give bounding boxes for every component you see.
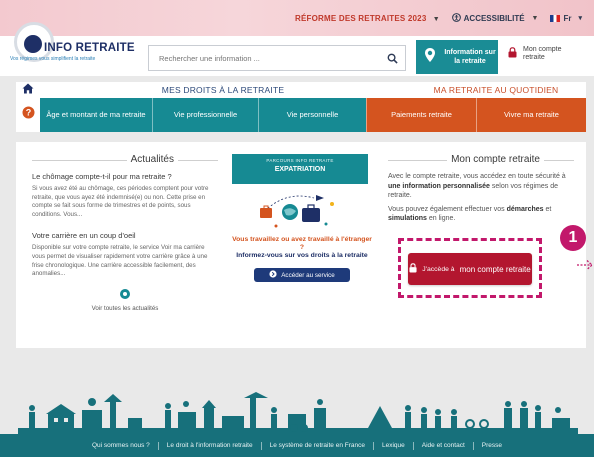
account-column: Mon compte retraite Avec le compte retra… xyxy=(388,154,574,224)
brand-name: INFO RETRAITE xyxy=(44,42,135,54)
news-item-text: Si vous avez été au chômage, ces période… xyxy=(32,185,209,218)
access-account-button[interactable]: J'accède à mon compte retraite xyxy=(408,253,532,285)
home-button[interactable] xyxy=(16,82,40,98)
promo-subline: Informez-vous sur vos droits à la retrai… xyxy=(236,252,368,259)
lock-icon xyxy=(409,263,417,275)
search-input[interactable] xyxy=(149,46,379,70)
section-quotidien: MA RETRAITE AU QUOTIDIEN xyxy=(433,85,559,95)
chevron-right-circle-icon xyxy=(269,270,277,280)
chevron-down-icon: ▼ xyxy=(432,15,440,23)
expatriation-promo: PARCOURS INFO RETRAITE EXPATRIATION Vous… xyxy=(232,154,372,330)
footer-link-droit-information[interactable]: Le droit à l'information retraite xyxy=(159,441,262,450)
accessibility-menu[interactable]: ACCESSIBILITÉ ▼ xyxy=(451,12,539,24)
promo-question: Vous travaillez ou avez travaillé à l'ét… xyxy=(232,236,372,251)
tab-vivre-retraite[interactable]: Vivre ma retraite xyxy=(476,98,586,132)
news-item-text: Disponible sur votre compte retraite, le… xyxy=(32,244,208,278)
utility-bar: RÉFORME DES RETRAITES 2023 ▼ ACCESSIBILI… xyxy=(295,11,582,25)
tab-paiements[interactable]: Paiements retraite xyxy=(366,98,476,132)
step-number-badge: 1 xyxy=(560,225,586,251)
site-header: INFO RETRAITE Vos régimes vous simplifie… xyxy=(0,22,594,76)
tab-age-montant[interactable]: Âge et montant de ma retraite xyxy=(40,98,152,132)
logo-dot xyxy=(24,35,42,53)
arrow-pointer-icon xyxy=(576,258,594,270)
brand-tagline: Vos régimes vous simplifient la retraite xyxy=(10,56,96,62)
french-flag-icon xyxy=(550,14,561,22)
travel-illustration xyxy=(232,184,368,236)
section-mes-droits: MES DROITS À LA RETRAITE xyxy=(161,85,285,95)
svg-text:?: ? xyxy=(25,108,31,118)
location-pin-icon xyxy=(424,47,436,68)
search-box xyxy=(148,45,406,71)
chevron-down-icon: ▼ xyxy=(531,14,539,22)
tab-vie-personnelle[interactable]: Vie personnelle xyxy=(258,98,366,132)
help-button[interactable]: ? xyxy=(16,98,40,132)
search-icon[interactable] xyxy=(379,46,405,70)
main-nav: ? Âge et montant de ma retraite Vie prof… xyxy=(16,98,586,132)
retirement-illustration xyxy=(18,388,578,434)
tab-vie-professionnelle[interactable]: Vie professionnelle xyxy=(152,98,258,132)
nav-sections: MES DROITS À LA RETRAITE MA RETRAITE AU … xyxy=(16,82,586,98)
site-logo[interactable]: INFO RETRAITE Vos régimes vous simplifie… xyxy=(6,18,146,74)
home-icon xyxy=(22,81,34,99)
account-link[interactable]: Mon compte retraite xyxy=(508,46,579,62)
accessibility-icon xyxy=(451,12,461,24)
news-header: Actualités xyxy=(32,154,218,168)
chevron-down-icon: ▾ xyxy=(578,15,582,22)
footer-link-presse[interactable]: Presse xyxy=(474,442,510,450)
help-icon: ? xyxy=(22,106,35,124)
footer-link-lexique[interactable]: Lexique xyxy=(374,441,414,450)
promo-banner: PARCOURS INFO RETRAITE EXPATRIATION xyxy=(232,154,368,184)
language-selector[interactable]: Fr ▾ xyxy=(550,14,582,23)
news-item-title[interactable]: Votre carrière en un coup d'oeil xyxy=(32,231,218,240)
news-column: Actualités Le chômage compte-t-il pour m… xyxy=(32,154,218,312)
access-service-button[interactable]: Accéder au service xyxy=(254,268,350,282)
info-retraite-button[interactable]: Information sur la retraite xyxy=(416,40,498,74)
footer-link-aide[interactable]: Aide et contact xyxy=(414,441,474,450)
reform-link[interactable]: RÉFORME DES RETRAITES 2023 ▼ xyxy=(295,14,440,23)
footer-link-systeme[interactable]: Le système de retraite en France xyxy=(262,441,374,450)
carousel-dot[interactable] xyxy=(120,288,130,299)
site-footer: Qui sommes nous ? Le droit à l'informati… xyxy=(0,434,594,457)
lock-icon xyxy=(508,47,517,61)
account-header: Mon compte retraite xyxy=(388,154,574,168)
news-item-title[interactable]: Le chômage compte-t-il pour ma retraite … xyxy=(32,172,218,181)
account-services: Vous pouvez également effectuer vos déma… xyxy=(388,205,552,223)
footer-link-about[interactable]: Qui sommes nous ? xyxy=(84,441,159,450)
see-all-news-link[interactable]: Voir toutes les actualités xyxy=(32,305,218,312)
account-description: Avec le compte retraite, vous accédez en… xyxy=(388,173,566,199)
